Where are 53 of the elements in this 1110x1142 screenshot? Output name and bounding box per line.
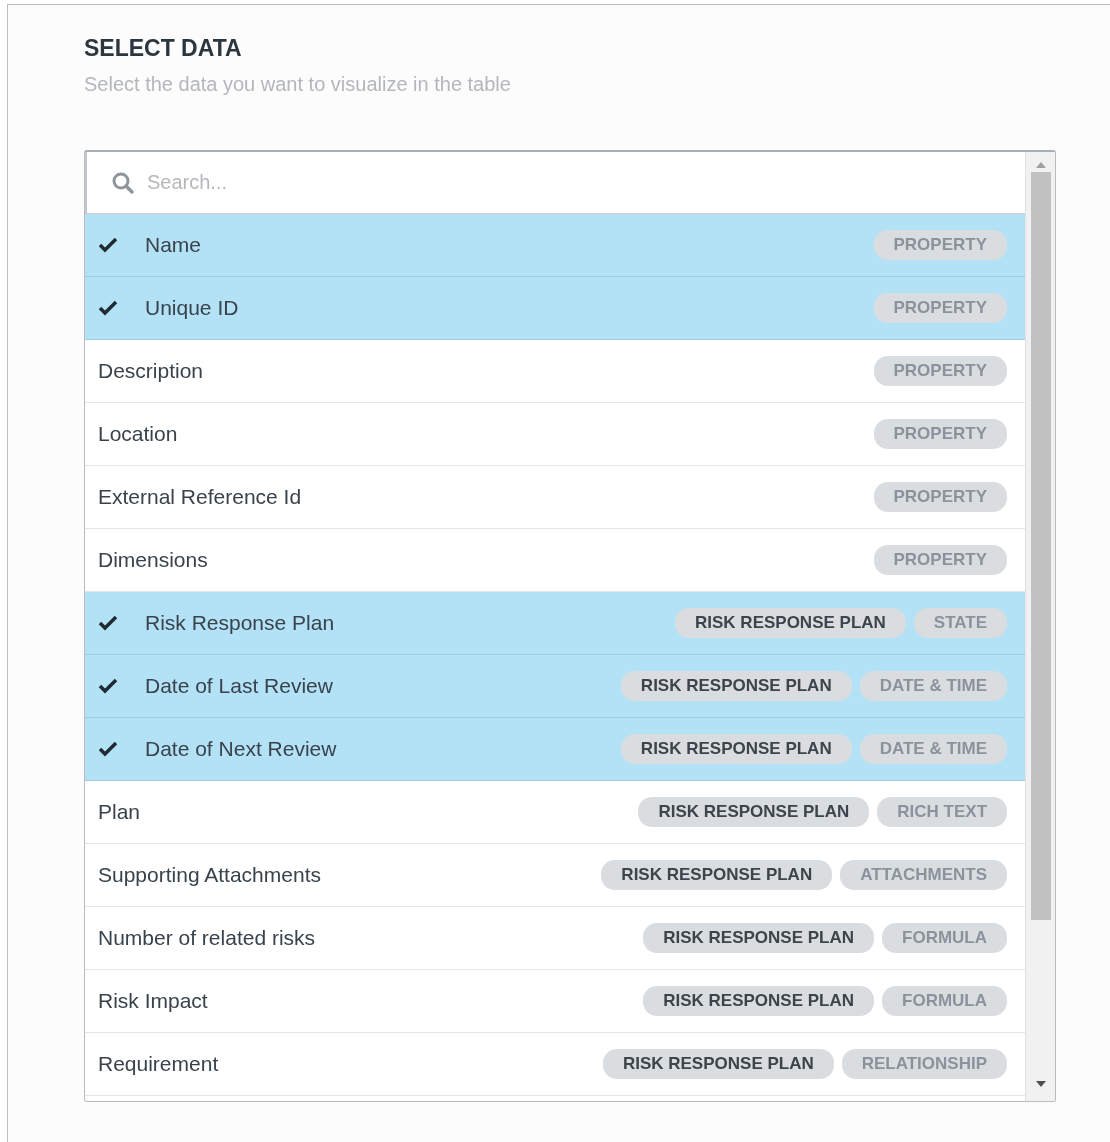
item-label: Description (98, 359, 204, 383)
list-item[interactable]: Date of Next Review RISK RESPONSE PLAN DATE & TIME (85, 718, 1026, 781)
type-tag: FORMULA (882, 986, 1008, 1016)
item-label: Supporting Attachments (98, 863, 321, 887)
source-tag: RISK RESPONSE PLAN (643, 923, 875, 953)
type-tag: PROPERTY (873, 545, 1008, 575)
section-subtitle: Select the data you want to visualize in the table (84, 73, 512, 96)
item-label: Dimensions (98, 548, 208, 572)
item-label: External Reference Id (98, 485, 302, 509)
type-tag: RELATIONSHIP (841, 1049, 1008, 1079)
type-tag: ATTACHMENTS (840, 860, 1008, 890)
source-tag: RISK RESPONSE PLAN (643, 986, 875, 1016)
section-title: SELECT DATA (84, 35, 243, 63)
source-tag: RISK RESPONSE PLAN (620, 734, 852, 764)
scroll-down-icon (1035, 1081, 1046, 1087)
type-tag: RICH TEXT (877, 797, 1008, 827)
item-label: Risk Impact (98, 989, 208, 1013)
item-label: Plan (98, 800, 141, 824)
source-tag: RISK RESPONSE PLAN (675, 608, 906, 638)
item-label: Requirement (98, 1052, 219, 1076)
type-tag: PROPERTY (873, 293, 1008, 323)
type-tag: PROPERTY (873, 356, 1008, 386)
item-label: Number of related risks (98, 926, 316, 950)
source-tag: RISK RESPONSE PLAN (620, 671, 852, 701)
check-icon (98, 300, 118, 316)
item-label: Risk Response Plan (145, 611, 335, 635)
type-tag: PROPERTY (873, 419, 1008, 449)
type-tag: PROPERTY (873, 230, 1008, 260)
type-tag: PROPERTY (873, 482, 1008, 512)
type-tag: DATE & TIME (859, 671, 1008, 701)
check-icon (98, 615, 118, 631)
check-icon (98, 741, 118, 757)
source-tag: RISK RESPONSE PLAN (601, 860, 833, 890)
type-tag: STATE (913, 608, 1008, 638)
list-item[interactable]: Name PROPERTY (85, 214, 1026, 277)
list-item[interactable]: Date of Last Review RISK RESPONSE PLAN DATE & TIME (85, 655, 1026, 718)
source-tag: RISK RESPONSE PLAN (602, 1049, 834, 1079)
check-icon (98, 237, 118, 253)
item-label: Date of Next Review (145, 737, 337, 761)
source-tag: RISK RESPONSE PLAN (638, 797, 870, 827)
list-item[interactable]: Risk Response Plan RISK RESPONSE PLAN STATE (85, 592, 1026, 655)
item-label: Date of Last Review (145, 674, 333, 698)
type-tag: FORMULA (882, 923, 1008, 953)
scrollbar[interactable] (1025, 152, 1055, 1101)
search-icon (111, 170, 135, 195)
item-label: Unique ID (145, 296, 239, 320)
scroll-up-icon (1035, 162, 1046, 168)
item-label: Name (145, 233, 202, 257)
item-label: Location (98, 422, 178, 446)
list-item[interactable]: Unique ID PROPERTY (85, 277, 1026, 340)
scrollbar-thumb[interactable] (1030, 172, 1051, 920)
type-tag: DATE & TIME (859, 734, 1008, 764)
check-icon (98, 678, 118, 694)
